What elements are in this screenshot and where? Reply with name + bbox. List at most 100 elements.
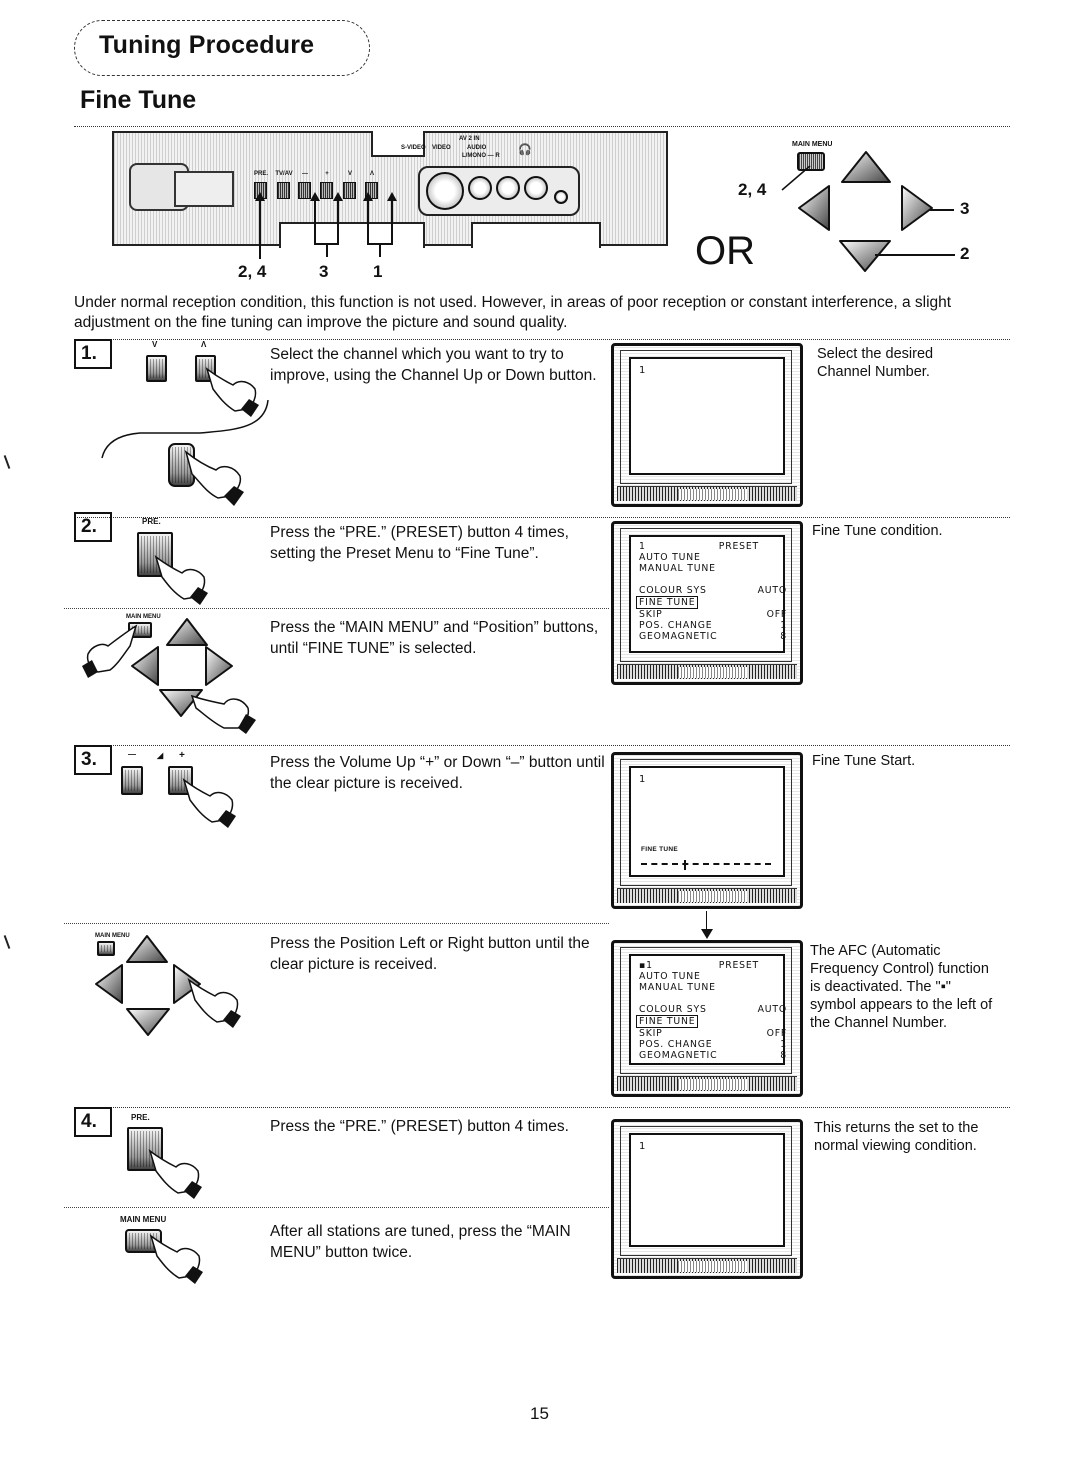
tv-normal-view-illustration: 1 xyxy=(611,1119,803,1279)
osd-menu-item: POS. CHANGE 1 xyxy=(639,1039,787,1050)
pre-button-label: PRE. xyxy=(131,1113,150,1122)
tv-screen-illustration: 1 xyxy=(611,343,803,507)
up-button[interactable] xyxy=(165,617,209,647)
remote-right-button[interactable] xyxy=(899,184,935,232)
step-number: 4. xyxy=(74,1107,112,1137)
pointer-line xyxy=(379,243,381,257)
osd-menu-label: MANUAL TUNE xyxy=(639,563,716,574)
arrowhead-icon xyxy=(255,192,265,201)
osd-menu-item: GEOMAGNETIC 8 xyxy=(639,1050,787,1061)
page-number: 15 xyxy=(530,1404,549,1423)
pointing-hand-icon xyxy=(190,694,256,734)
channel-down-button[interactable] xyxy=(146,355,167,382)
audio-label: AUDIO xyxy=(467,145,487,151)
osd-menu-label: FINE TUNE xyxy=(636,1015,699,1028)
osd-menu-value: AUTO xyxy=(757,585,787,596)
pointer-line xyxy=(314,197,316,243)
svideo-jack xyxy=(426,172,464,210)
sub-step-divider xyxy=(64,923,609,924)
osd-channel-number: 1 xyxy=(639,1141,646,1152)
left-button[interactable] xyxy=(130,645,160,687)
section-title-pill: Tuning Procedure xyxy=(74,20,370,76)
step-1-instruction: Select the channel which you want to try… xyxy=(270,346,597,384)
osd-menu-label: GEOMAGNETIC xyxy=(639,1050,718,1061)
osd-fine-tune-label: FINE TUNE xyxy=(641,846,679,853)
volume-down-button[interactable] xyxy=(121,766,143,795)
osd-menu-value: 8 xyxy=(780,1050,787,1061)
volume-up-label: + xyxy=(179,750,185,761)
panel-notch xyxy=(279,222,425,248)
callout-pre: 2, 4 xyxy=(238,262,267,281)
step-4-note: This returns the set to the normal viewi… xyxy=(814,1120,979,1154)
osd-menu-label: SKIP xyxy=(639,609,663,620)
osd-menu-item xyxy=(639,993,787,1004)
osd-menu-label: AUTO TUNE xyxy=(639,552,701,563)
callout-volume: 3 xyxy=(319,262,329,281)
osd-menu-value: PRESET xyxy=(718,541,759,552)
header-divider xyxy=(74,126,1010,127)
tv-av-button[interactable] xyxy=(277,182,290,199)
tv-av-button-label: TV/AV xyxy=(275,171,293,177)
remote-left-button[interactable] xyxy=(796,184,832,232)
panel-slot xyxy=(174,171,234,207)
step-1-note: Select the desired Channel Number. xyxy=(817,346,934,380)
osd-menu-label xyxy=(639,574,643,585)
right-button[interactable] xyxy=(204,645,234,687)
osd-menu-label: AUTO TUNE xyxy=(639,971,701,982)
channel-up-button-label: Λ xyxy=(369,171,374,177)
osd-menu-item: 1 PRESET xyxy=(639,541,787,552)
headphone-jack xyxy=(554,190,568,204)
step-3-sub-instruction: Press the Position Left or Right button … xyxy=(270,935,590,973)
osd-menu-label: 1 xyxy=(639,541,646,552)
step-2-sub-instruction: Press the “MAIN MENU” and “Position” but… xyxy=(270,619,599,657)
video-jack xyxy=(468,176,492,200)
down-button[interactable] xyxy=(125,1007,171,1037)
step-4-sub-instruction: After all stations are tuned, press the … xyxy=(270,1223,571,1261)
step-number: 3. xyxy=(74,745,112,775)
arrowhead-icon xyxy=(310,192,320,201)
volume-up-button[interactable] xyxy=(320,182,333,199)
osd-menu-label: ▪1 xyxy=(639,960,653,971)
main-menu-button[interactable] xyxy=(97,941,115,956)
step-divider xyxy=(74,339,1010,340)
osd-menu-item: SKIP OFF xyxy=(639,1028,787,1039)
callout-channel: 1 xyxy=(373,262,383,281)
step-2-instruction: Press the “PRE.” (PRESET) button 4 times… xyxy=(270,524,569,562)
channel-down-button[interactable] xyxy=(343,182,356,199)
pointing-hand-icon xyxy=(148,1149,202,1199)
osd-menu-value: PRESET xyxy=(718,960,759,971)
remote-down-button[interactable] xyxy=(838,238,892,274)
channel-up-label: Λ xyxy=(201,340,207,349)
callout-down: 2 xyxy=(960,244,970,263)
step-3-note: Fine Tune Start. xyxy=(812,753,916,769)
intro-text: Under normal reception condition, this f… xyxy=(74,294,952,331)
osd-menu-item: AUTO TUNE xyxy=(639,552,787,563)
sub-step-divider xyxy=(64,1207,609,1208)
remote-main-menu-label: MAIN MENU xyxy=(792,141,833,148)
osd-menu-item: MANUAL TUNE xyxy=(639,982,787,993)
osd-menu-item: AUTO TUNE xyxy=(639,971,787,982)
tv-control-panel-diagram: PRE. TV/AV — + V Λ AV 2 IN S-VIDEO VIDEO… xyxy=(112,131,668,248)
pointer-line xyxy=(337,197,339,243)
up-button[interactable] xyxy=(125,934,169,964)
volume-down-label: — xyxy=(128,750,136,759)
pointer-line xyxy=(367,197,369,243)
left-button[interactable] xyxy=(94,963,124,1005)
step-number: 2. xyxy=(74,512,112,542)
headphone-icon: 🎧 xyxy=(518,144,532,156)
osd-menu-item xyxy=(639,574,787,585)
tv-afc-menu-illustration: ▪1 PRESET AUTO TUNE MANUAL TUNE COLOUR SYS A… xyxy=(611,940,803,1097)
pre-button-label: PRE. xyxy=(253,171,268,177)
audio-left-jack xyxy=(496,176,520,200)
pointing-hand-icon xyxy=(182,778,236,828)
tv-fine-tune-illustration: 1 FINE TUNE xyxy=(611,752,803,909)
osd-menu-label: COLOUR SYS xyxy=(639,1004,707,1015)
remote-up-button[interactable] xyxy=(840,149,892,185)
osd-menu-value: 1 xyxy=(780,1039,787,1050)
osd-menu-item: COLOUR SYS AUTO xyxy=(639,1004,787,1015)
av-jack-panel xyxy=(418,166,580,216)
step-number: 1. xyxy=(74,339,112,369)
section-title: Tuning Procedure xyxy=(99,31,315,59)
osd-menu-label: FINE TUNE xyxy=(636,596,699,609)
osd-menu-label xyxy=(639,993,643,1004)
